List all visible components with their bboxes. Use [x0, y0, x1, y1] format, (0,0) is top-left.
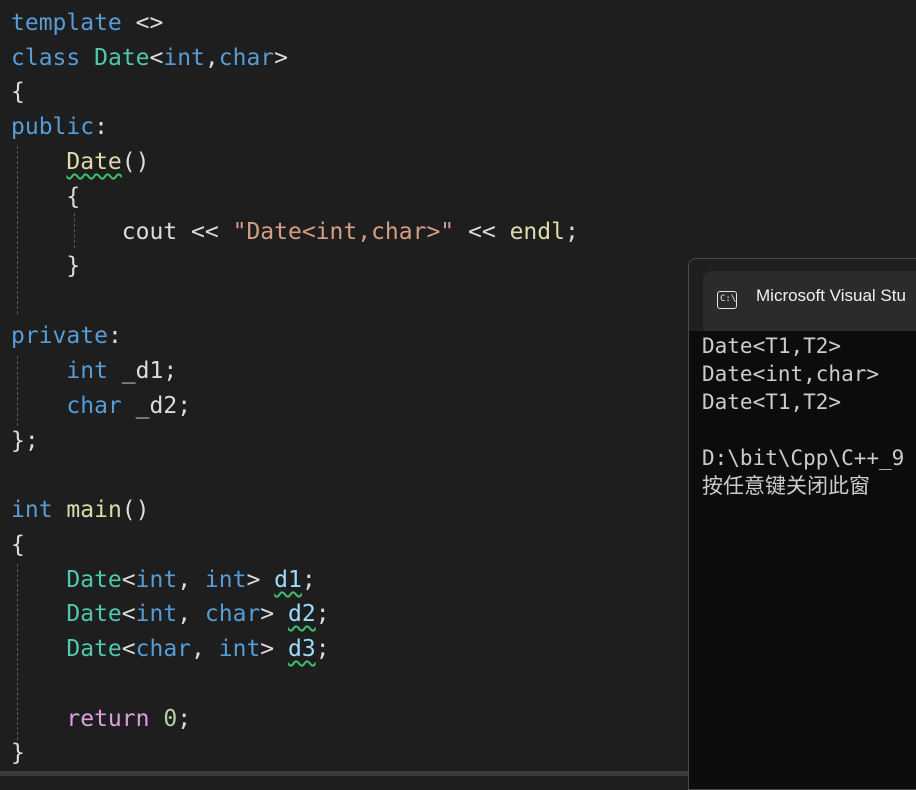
- code-line-18: return 0;: [11, 702, 191, 736]
- semicolon: ;: [163, 358, 178, 384]
- console-output-line-3: Date<T1,T2>: [702, 390, 842, 414]
- angle-open: <: [121, 601, 136, 627]
- angle-close: >: [260, 601, 275, 627]
- member-d2: _d2: [135, 393, 178, 419]
- variable-d1: d1: [274, 567, 302, 593]
- angle-open: <: [149, 45, 164, 71]
- member-d1: _d1: [121, 358, 164, 384]
- console-output-line-6: 按任意键关闭此窗: [702, 474, 870, 498]
- class-name: Date: [94, 45, 150, 71]
- type-char: char: [204, 601, 261, 627]
- close-brace: }: [11, 740, 25, 766]
- type-int: int: [135, 567, 178, 593]
- angle-open: <: [121, 567, 136, 593]
- number-literal: 0: [163, 706, 178, 732]
- type-int: int: [204, 567, 247, 593]
- console-window[interactable]: C:\ Microsoft Visual Stu Date<T1,T2> Dat…: [688, 258, 916, 790]
- angle-close: >: [246, 567, 261, 593]
- keyword-class: class: [11, 45, 81, 71]
- code-line-11: char _d2;: [11, 389, 191, 423]
- constructor-name: Date: [66, 149, 122, 175]
- console-output-line-1: Date<T1,T2>: [702, 334, 842, 358]
- console-titlebar[interactable]: C:\ Microsoft Visual Stu: [689, 259, 916, 331]
- keyword-return: return: [66, 706, 150, 732]
- horizontal-scrollbar[interactable]: [0, 771, 690, 776]
- parens: (): [121, 149, 150, 175]
- code-line-14: {: [11, 528, 25, 562]
- code-line-5: Date(): [11, 145, 149, 179]
- code-line-9: private:: [11, 319, 122, 353]
- code-line-7: cout << "Date<int,char>" << endl;: [11, 215, 579, 249]
- string-literal: "Date<int,char>": [232, 219, 455, 245]
- angle-close: >: [274, 45, 289, 71]
- cout: cout: [121, 219, 178, 245]
- stream-op: <<: [468, 219, 496, 245]
- angle-close: >: [260, 636, 275, 662]
- class-name: Date: [66, 567, 122, 593]
- type-int: int: [135, 601, 178, 627]
- semicolon: ;: [24, 428, 39, 454]
- open-brace: {: [11, 532, 25, 558]
- code-line-10: int _d1;: [11, 354, 177, 388]
- keyword-template: template: [11, 10, 122, 36]
- code-line-13: int main(): [11, 493, 150, 527]
- colon: :: [94, 114, 108, 140]
- template-brackets: <>: [135, 10, 164, 36]
- colon: :: [107, 323, 122, 349]
- variable-d2: d2: [288, 601, 316, 627]
- function-main: main: [66, 497, 122, 523]
- close-brace: }: [11, 428, 25, 454]
- code-line-4: public:: [11, 110, 108, 144]
- type-char: char: [135, 636, 192, 662]
- code-line-12: };: [11, 424, 39, 458]
- semicolon: ;: [564, 219, 579, 245]
- keyword-private: private: [11, 323, 108, 349]
- variable-d3: d3: [288, 636, 316, 662]
- code-line-2: class Date<int,char>: [11, 41, 288, 75]
- comma: ,: [191, 636, 205, 662]
- comma: ,: [177, 567, 192, 593]
- type-int: int: [66, 358, 108, 384]
- comma: ,: [204, 45, 219, 71]
- type-int: int: [163, 45, 205, 71]
- comma: ,: [177, 601, 192, 627]
- code-line-15: Date<int, int> d1;: [11, 563, 316, 597]
- semicolon: ;: [177, 393, 192, 419]
- terminal-icon: C:\: [717, 291, 737, 309]
- code-line-17: Date<char, int> d3;: [11, 632, 330, 666]
- console-output-line-2: Date<int,char>: [702, 362, 880, 386]
- class-name: Date: [66, 636, 122, 662]
- semicolon: ;: [315, 636, 330, 662]
- semicolon: ;: [177, 706, 192, 732]
- type-char: char: [66, 393, 122, 419]
- close-brace: }: [66, 253, 81, 279]
- code-line-8: }: [11, 249, 80, 283]
- code-line-19: }: [11, 736, 25, 770]
- angle-open: <: [121, 636, 136, 662]
- parens: (): [121, 497, 150, 523]
- type-char: char: [218, 45, 275, 71]
- class-name: Date: [66, 601, 122, 627]
- open-brace: {: [11, 79, 25, 105]
- console-output-line-5: D:\bit\Cpp\C++_9: [702, 446, 905, 470]
- open-brace: {: [66, 184, 81, 210]
- keyword-public: public: [11, 114, 95, 140]
- code-line-6: {: [11, 180, 80, 214]
- type-int: int: [11, 497, 53, 523]
- code-line-16: Date<int, char> d2;: [11, 597, 330, 631]
- endl: endl: [509, 219, 565, 245]
- type-int: int: [218, 636, 261, 662]
- console-title: Microsoft Visual Stu: [756, 286, 906, 305]
- console-tab[interactable]: C:\ Microsoft Visual Stu: [703, 271, 916, 331]
- stream-op: <<: [191, 219, 219, 245]
- semicolon: ;: [315, 601, 330, 627]
- code-line-3: {: [11, 75, 25, 109]
- semicolon: ;: [301, 567, 316, 593]
- code-line-1: template <>: [11, 6, 163, 40]
